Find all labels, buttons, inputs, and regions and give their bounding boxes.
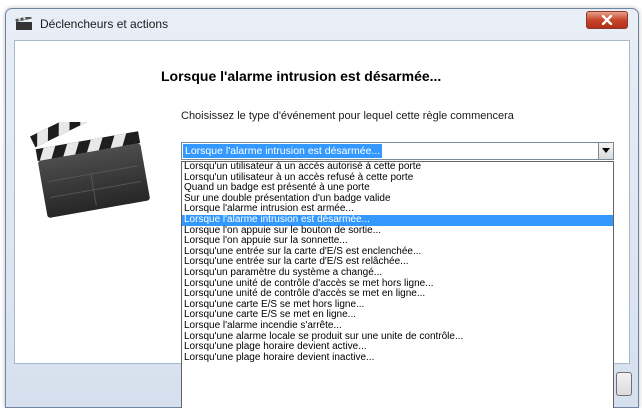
close-x-icon [601, 15, 613, 25]
dropdown-option[interactable]: Lorsqu'un paramètre du système a changé.… [182, 267, 613, 279]
clapperboard-icon [24, 90, 154, 227]
event-type-options-list[interactable]: Lorsqu'un utilisateur à un accès autoris… [181, 161, 614, 408]
footer-button[interactable] [616, 372, 632, 396]
page-heading: Lorsque l'alarme intrusion est désarmée.… [161, 68, 442, 84]
instruction-text: Choisissez le type d'événement pour lequ… [181, 110, 514, 122]
event-type-selected-value: Lorsque l'alarme intrusion est désarmée.… [183, 144, 383, 158]
dropdown-option[interactable]: Lorsqu'un utilisateur à un accès autoris… [182, 162, 613, 173]
clapperboard-icon [15, 15, 33, 31]
event-type-select[interactable]: Lorsque l'alarme intrusion est désarmée.… [181, 142, 614, 160]
close-button[interactable] [586, 11, 628, 29]
window-title: Déclencheurs et actions [40, 17, 169, 31]
chevron-down-icon [602, 148, 610, 153]
dropdown-option[interactable]: Lorsque l'alarme incendie s'arrête... [182, 320, 613, 332]
dropdown-option[interactable]: Lorsque l'alarme intrusion est désarmée.… [182, 214, 613, 226]
dropdown-arrow-button[interactable] [598, 143, 613, 159]
title-bar: Déclencheurs et actions [6, 9, 638, 39]
dropdown-option[interactable]: Lorsqu'une plage horaire devient inactiv… [182, 352, 613, 364]
